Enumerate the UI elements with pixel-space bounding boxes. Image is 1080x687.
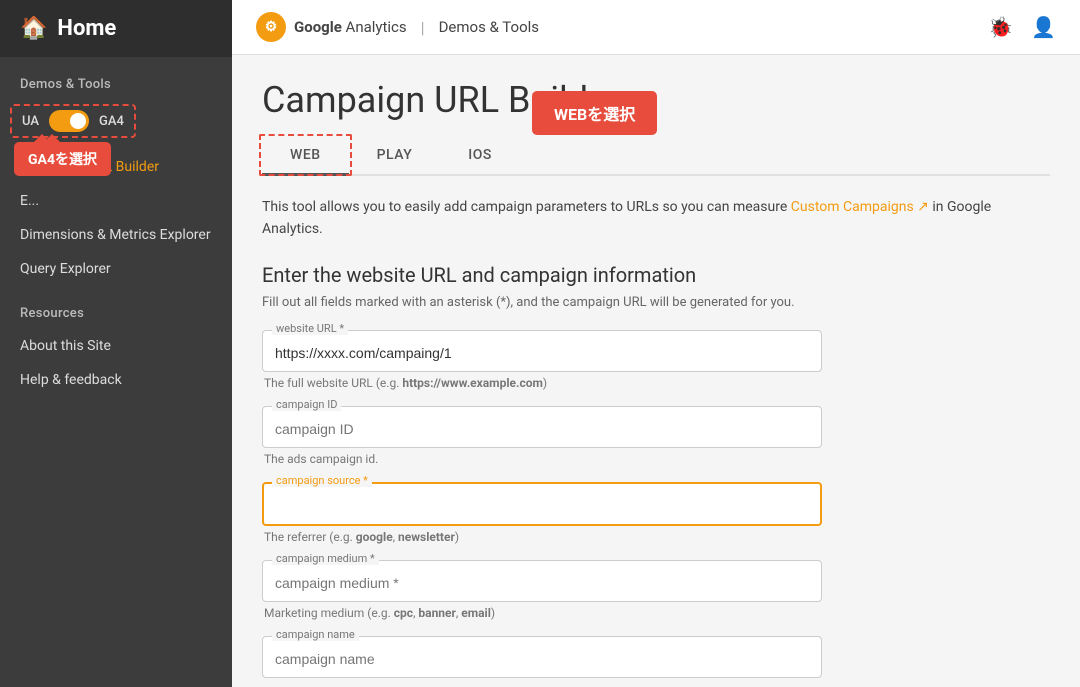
form-section-subtitle: Fill out all fields marked with an aster… <box>262 295 1050 310</box>
ga4-label: GA4 <box>99 114 124 129</box>
sidebar-item-dimensions-metrics[interactable]: Dimensions & Metrics Explorer <box>0 218 232 252</box>
page-description: This tool allows you to easily add campa… <box>262 196 1002 241</box>
campaign-source-input[interactable] <box>262 482 822 526</box>
website-url-field: website URL * The full website URL (e.g.… <box>262 330 822 390</box>
ua-label: UA <box>22 114 39 129</box>
header: ⚙ Google Analytics | Demos & Tools 🐞 👤 <box>232 0 1080 55</box>
campaign-name-label: campaign name <box>272 628 359 641</box>
campaign-medium-hint: Marketing medium (e.g. cpc, banner, emai… <box>262 606 822 620</box>
tab-play[interactable]: PLAY <box>349 137 441 174</box>
campaign-name-input[interactable] <box>262 636 822 678</box>
home-icon: 🏠 <box>20 16 47 41</box>
ga4-select-tooltip: GA4を選択 <box>14 142 111 176</box>
web-tooltip-container: WEBを選択 <box>532 91 657 135</box>
website-url-hint: The full website URL (e.g. https://www.e… <box>262 376 822 390</box>
sidebar-home-label: Home <box>57 16 116 41</box>
campaign-medium-label: campaign medium * <box>272 552 379 565</box>
page-content: Campaign URL Builder WEBを選択 WEB PLAY IOS <box>232 55 1080 687</box>
header-icons: 🐞 👤 <box>988 15 1056 39</box>
campaign-source-field: campaign source * The referrer (e.g. goo… <box>262 482 822 544</box>
custom-campaigns-link[interactable]: Custom Campaigns ↗ <box>791 199 933 215</box>
header-demos-tools: Demos & Tools <box>439 18 539 36</box>
campaign-name-field: campaign name <box>262 636 822 678</box>
analytics-logo-icon: ⚙ <box>256 12 286 42</box>
tabs: WEB PLAY IOS <box>262 137 1050 176</box>
header-divider: | <box>421 18 425 37</box>
tabs-container: WEBを選択 WEB PLAY IOS <box>262 137 1050 176</box>
campaign-source-hint: The referrer (e.g. google, newsletter) <box>262 530 822 544</box>
website-url-label: website URL * <box>272 322 348 335</box>
bug-icon[interactable]: 🐞 <box>988 15 1013 39</box>
campaign-medium-input[interactable] <box>262 560 822 602</box>
header-logo: ⚙ Google Analytics | Demos & Tools <box>256 12 539 42</box>
sidebar-section-resources: Resources <box>0 286 232 329</box>
sidebar-item-about-site[interactable]: About this Site <box>0 329 232 363</box>
form-section-title: Enter the website URL and campaign infor… <box>262 263 1050 287</box>
campaign-id-hint: The ads campaign id. <box>262 452 822 466</box>
sidebar: 🏠 Home Demos & Tools UA GA4 GA4を選択 Campa… <box>0 0 232 687</box>
campaign-id-field: campaign ID The ads campaign id. <box>262 406 822 466</box>
campaign-source-label: campaign source * <box>272 474 372 487</box>
ua-ga4-toggle-group: UA GA4 <box>10 104 136 138</box>
main-content: ⚙ Google Analytics | Demos & Tools 🐞 👤 C… <box>232 0 1080 687</box>
campaign-id-input[interactable] <box>262 406 822 448</box>
tab-ios[interactable]: IOS <box>440 137 520 174</box>
campaign-medium-field: campaign medium * Marketing medium (e.g.… <box>262 560 822 620</box>
website-url-input[interactable] <box>262 330 822 372</box>
sidebar-home-item[interactable]: 🏠 Home <box>0 0 232 57</box>
campaign-id-label: campaign ID <box>272 398 341 411</box>
toggle-knob <box>70 113 86 129</box>
header-logo-text: Google Analytics <box>294 18 407 36</box>
sidebar-section-demos-tools: Demos & Tools <box>0 57 232 100</box>
sidebar-item-event-builder[interactable]: E... <box>0 184 232 218</box>
sidebar-item-help-feedback[interactable]: Help & feedback <box>0 363 232 397</box>
sidebar-item-query-explorer[interactable]: Query Explorer <box>0 252 232 286</box>
tab-web[interactable]: WEB <box>262 137 349 176</box>
person-icon[interactable]: 👤 <box>1031 15 1056 39</box>
web-select-tooltip: WEBを選択 <box>532 91 657 135</box>
